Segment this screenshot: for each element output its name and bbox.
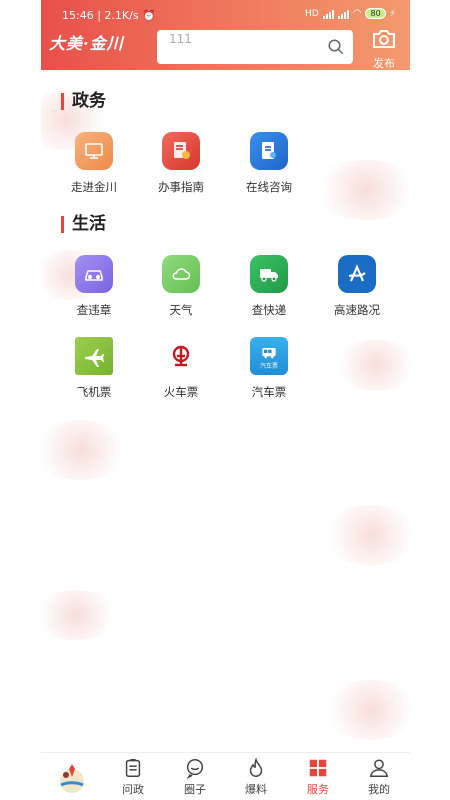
service-item-traffic-violation[interactable]: 查违章 [50, 255, 138, 318]
service-label: 飞机票 [76, 385, 112, 399]
service-label: 天气 [169, 303, 193, 317]
service-label: 汽车票 [251, 385, 287, 399]
tab-label: 问政 [122, 783, 144, 796]
bus-icon: 汽车票 [250, 337, 288, 375]
service-item-train-ticket[interactable]: 火车票 [137, 337, 225, 400]
status-bar: 15:46 | 2.1K/s ⏰ HD ◠ 80 ⚡ [41, 0, 410, 24]
service-item-flight-ticket[interactable]: 飞机票 [50, 337, 138, 400]
status-time: 15:46 | 2.1K/s ⏰ [62, 9, 156, 22]
service-label: 走进金川 [71, 180, 117, 194]
tab-label: 我的 [368, 783, 390, 796]
service-item-consult[interactable]: 在线咨询 [225, 132, 313, 195]
tab-circle[interactable]: 圈子 [167, 757, 223, 797]
chat-bubble-icon [186, 759, 204, 779]
service-item-about-jinchuan[interactable]: 走进金川 [50, 132, 138, 195]
service-label: 办事指南 [158, 180, 204, 194]
service-label: 火车票 [163, 385, 199, 399]
tab-wenzheng[interactable]: 问政 [105, 757, 161, 797]
grid-icon [309, 759, 327, 777]
app-header: 15:46 | 2.1K/s ⏰ HD ◠ 80 ⚡ 大美·金川 111 发布 [41, 0, 410, 70]
highway-icon [338, 255, 376, 293]
service-item-weather[interactable]: 天气 [137, 255, 225, 318]
hd-label: HD [305, 8, 319, 19]
service-item-highway[interactable]: 高速路况 [313, 255, 401, 318]
app-logo[interactable]: 大美·金川 [49, 30, 124, 54]
tab-label: 爆料 [245, 783, 267, 796]
truck-icon [250, 255, 288, 293]
service-item-express[interactable]: 查快递 [225, 255, 313, 318]
guide-document-icon [162, 132, 200, 170]
signal-icon [322, 9, 334, 19]
service-label: 高速路况 [334, 303, 380, 317]
charging-icon: ⚡ [389, 8, 396, 19]
car-icon [75, 255, 113, 293]
tab-baoliao[interactable]: 爆料 [228, 757, 284, 797]
publish-label: 发布 [373, 57, 395, 70]
railway-icon [162, 337, 200, 375]
service-label: 在线咨询 [246, 180, 292, 194]
tab-mine[interactable]: 我的 [351, 757, 407, 797]
blossom-decoration [41, 420, 131, 480]
plane-icon [75, 337, 113, 375]
clipboard-icon [125, 759, 141, 777]
service-label: 查违章 [76, 303, 112, 317]
blossom-decoration [321, 680, 410, 740]
status-icons: HD ◠ 80 ⚡ [305, 8, 396, 19]
search-value: 111 [169, 32, 192, 46]
app-frame: 15:46 | 2.1K/s ⏰ HD ◠ 80 ⚡ 大美·金川 111 发布 … [41, 0, 410, 800]
search-input[interactable]: 111 [157, 30, 353, 64]
section-title-government: 政务 [61, 93, 106, 110]
home-logo-icon[interactable] [55, 761, 89, 795]
wifi-icon: ◠ [352, 8, 362, 19]
tab-label: 服务 [307, 783, 329, 796]
bus-ticket-badge: 汽车票 [259, 362, 278, 370]
section-title-life: 生活 [61, 216, 106, 233]
signal-icon [337, 9, 349, 19]
monitor-icon [75, 132, 113, 170]
consult-document-icon [250, 132, 288, 170]
blossom-decoration [321, 505, 410, 565]
publish-button[interactable]: 发布 [368, 28, 400, 71]
service-item-bus-ticket[interactable]: 汽车票 汽车票 [225, 337, 313, 400]
service-label: 查快递 [251, 303, 287, 317]
blossom-decoration [331, 340, 410, 390]
blossom-decoration [311, 160, 410, 220]
blossom-decoration [41, 590, 121, 640]
camera-icon [373, 30, 395, 48]
user-icon [369, 759, 389, 777]
bottom-tab-bar: 问政 圈子 爆料 服务 我的 [41, 752, 410, 800]
battery-icon: 80 [365, 8, 386, 19]
cloud-icon [162, 255, 200, 293]
tab-services[interactable]: 服务 [290, 757, 346, 797]
service-item-guide[interactable]: 办事指南 [137, 132, 225, 195]
search-icon[interactable] [327, 38, 345, 56]
flame-icon [249, 757, 263, 777]
tab-label: 圈子 [184, 783, 206, 796]
